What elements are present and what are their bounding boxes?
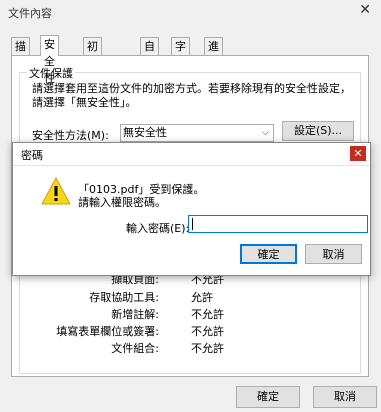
permission-value: 不允許 xyxy=(191,342,224,355)
permission-row: 存取協助工具: 允許 xyxy=(0,289,381,304)
window-close-icon[interactable]: ✕ xyxy=(359,2,371,18)
tab-fonts[interactable]: 字型 xyxy=(171,37,190,70)
permission-row: 文件組合: 不允許 xyxy=(0,340,381,355)
tab-description[interactable]: 描述 xyxy=(11,37,30,70)
permission-label: 新增註解: xyxy=(111,308,159,321)
security-description: 請選擇套用至這份文件的加密方式。若要移除現有的安全性設定，請選擇「無安全性」。 xyxy=(32,82,351,109)
settings-button[interactable]: 設定(S)... xyxy=(282,121,354,141)
text-caret xyxy=(192,218,193,230)
dialog-titlebar: 密碼 ✕ xyxy=(13,143,370,166)
ok-button[interactable]: 確定 xyxy=(236,386,300,408)
security-method-select[interactable]: 無安全性 ⌵ xyxy=(120,124,274,142)
dialog-message-enter-password: 請輸入權限密碼。 xyxy=(78,196,166,209)
password-dialog: 密碼 ✕ 「0103.pdf」受到保護。 請輸入權限密碼。 輸入密碼(E): 確… xyxy=(12,142,371,276)
window-title: 文件內容 xyxy=(8,7,52,20)
tab-custom[interactable]: 自訂 xyxy=(140,37,159,70)
security-method-value: 無安全性 xyxy=(123,126,167,139)
dialog-ok-button[interactable]: 確定 xyxy=(240,244,297,264)
permission-value: 允許 xyxy=(191,291,213,304)
dialog-close-icon[interactable]: ✕ xyxy=(350,146,366,161)
warning-icon xyxy=(41,177,71,205)
permission-row: 新增註解: 不允許 xyxy=(0,306,381,321)
tab-security[interactable]: 安全性 xyxy=(40,35,59,85)
permission-label: 文件組合: xyxy=(111,342,159,355)
permission-label: 存取協助工具: xyxy=(89,291,159,304)
tab-initial-view[interactable]: 初始檢視 xyxy=(83,37,102,104)
dialog-cancel-button[interactable]: 取消 xyxy=(305,244,362,264)
permission-label: 填寫表單欄位或簽署: xyxy=(56,325,159,338)
dialog-title: 密碼 xyxy=(21,149,43,162)
password-label: 輸入密碼(E): xyxy=(126,222,190,235)
password-input[interactable] xyxy=(188,215,368,233)
permission-value: 不允許 xyxy=(191,308,224,321)
cancel-button[interactable]: 取消 xyxy=(313,386,377,408)
security-method-label: 安全性方法(M): xyxy=(32,129,109,142)
tab-advanced[interactable]: 進階 xyxy=(204,37,223,70)
chevron-down-icon: ⌵ xyxy=(262,128,269,138)
permission-row: 填寫表單欄位或簽署: 不允許 xyxy=(0,323,381,338)
permission-value: 不允許 xyxy=(191,325,224,338)
